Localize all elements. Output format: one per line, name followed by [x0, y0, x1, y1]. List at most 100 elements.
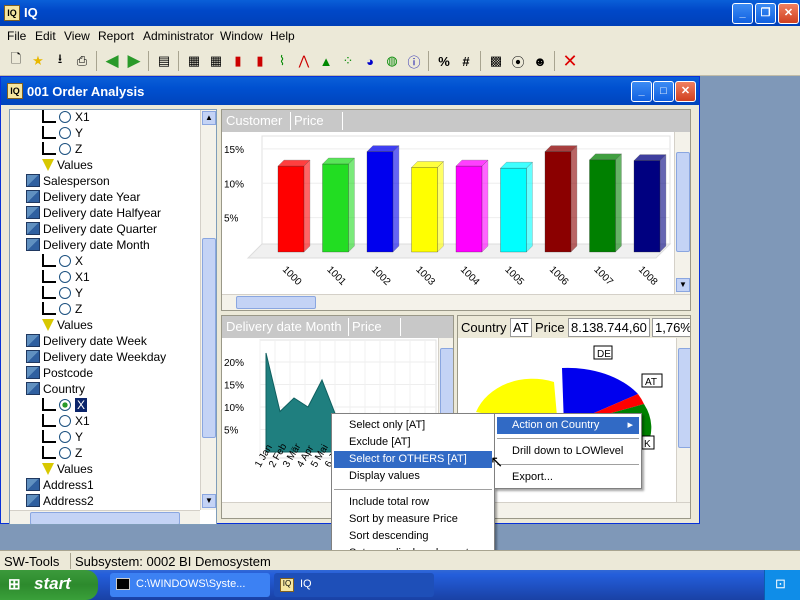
- tree-node[interactable]: Y: [42, 126, 83, 142]
- table-icon[interactable]: ▦: [184, 51, 204, 71]
- cancel-x-icon[interactable]: ✕: [560, 51, 580, 71]
- print-icon[interactable]: ⎙: [72, 51, 92, 71]
- menu-administrator[interactable]: Administrator: [143, 29, 214, 43]
- bar-1000[interactable]: [277, 159, 311, 253]
- tree-node[interactable]: Country: [26, 382, 85, 398]
- maximize-button[interactable]: ❐: [755, 3, 776, 24]
- tree-node[interactable]: Address2: [26, 494, 94, 510]
- bar-1007[interactable]: [589, 153, 622, 253]
- bar-1001[interactable]: [322, 157, 355, 253]
- start-button[interactable]: ⊞ start: [0, 570, 98, 600]
- bar-chart-3d-icon[interactable]: ▮: [250, 51, 270, 71]
- line-chart-icon[interactable]: ⌇: [272, 51, 292, 71]
- pie-label-de: DE: [597, 349, 611, 360]
- tree-node[interactable]: Delivery date Weekday: [26, 350, 166, 366]
- tree-node[interactable]: Postcode: [26, 366, 93, 382]
- task-cmd[interactable]: C:\WINDOWS\Syste...: [110, 573, 270, 597]
- tree-node[interactable]: Values: [42, 158, 93, 174]
- menu-item-action-on-country[interactable]: Action on Country ▸: [497, 417, 639, 434]
- tree-node[interactable]: Delivery date Halfyear: [26, 206, 161, 222]
- menu-edit[interactable]: Edit: [35, 29, 56, 43]
- tree-hscroll[interactable]: [10, 510, 200, 524]
- back-arrow-icon[interactable]: ◀: [102, 51, 122, 71]
- tree-node[interactable]: Values: [42, 462, 93, 478]
- tree-node[interactable]: Y: [42, 430, 83, 446]
- download-icon[interactable]: ⭳: [50, 51, 70, 71]
- panel-icon[interactable]: ▤: [154, 51, 174, 71]
- tree-node[interactable]: Delivery date Month: [26, 238, 150, 254]
- scroll-up-icon[interactable]: ▲: [202, 111, 216, 125]
- tree-node[interactable]: X1: [42, 270, 90, 286]
- child-minimize-button[interactable]: _: [631, 81, 652, 102]
- chart1-hscroll[interactable]: [222, 294, 690, 310]
- menu-help[interactable]: Help: [270, 29, 295, 43]
- tree-node[interactable]: Salesperson: [26, 174, 110, 190]
- tree-node[interactable]: Z: [42, 142, 82, 158]
- bar-1008[interactable]: [633, 154, 667, 253]
- scroll-down-icon[interactable]: ▼: [202, 494, 216, 508]
- menu-item-sort-measure[interactable]: Sort by measure Price: [334, 511, 492, 528]
- tree-hscroll-thumb[interactable]: [30, 512, 180, 524]
- menu-item-select-only[interactable]: Select only [AT]: [334, 417, 492, 434]
- users-icon[interactable]: ☻: [530, 51, 550, 71]
- menu-item-drill-down[interactable]: Drill down to LOWlevel: [497, 443, 639, 460]
- y-tick-label: 15%: [224, 145, 244, 156]
- table-add-icon[interactable]: ▦: [206, 51, 226, 71]
- task-iq[interactable]: IQ IQ: [274, 573, 434, 597]
- child-close-button[interactable]: ✕: [675, 81, 696, 102]
- tree-node[interactable]: Delivery date Quarter: [26, 222, 157, 238]
- menu-item-export[interactable]: Export...: [497, 469, 639, 486]
- hash-icon[interactable]: #: [456, 51, 476, 71]
- area-chart-icon[interactable]: ⋀: [294, 51, 314, 71]
- chart3-vscroll[interactable]: [676, 338, 690, 502]
- color-grid-icon[interactable]: ▩: [486, 51, 506, 71]
- bar-1003[interactable]: [411, 161, 444, 253]
- bar-1005[interactable]: [500, 161, 533, 253]
- globe-icon[interactable]: ◍: [382, 51, 402, 71]
- tree-node[interactable]: X: [42, 398, 88, 414]
- pie-chart-icon[interactable]: ◕: [360, 51, 380, 71]
- tree-node[interactable]: X1: [42, 414, 90, 430]
- menu-item-include-total[interactable]: Include total row: [334, 494, 492, 511]
- chart1-vscroll-thumb[interactable]: [676, 152, 690, 252]
- chart3-vscroll-thumb[interactable]: [678, 348, 690, 448]
- chart1-scroll-down-icon[interactable]: ▼: [676, 278, 690, 292]
- tree-node[interactable]: Y: [42, 286, 83, 302]
- tree-node[interactable]: Z: [42, 446, 82, 462]
- info-icon[interactable]: ⓘ: [404, 51, 424, 71]
- tree-node[interactable]: Delivery date Year: [26, 190, 140, 206]
- menu-report[interactable]: Report: [98, 29, 134, 43]
- percent-icon[interactable]: %: [434, 51, 454, 71]
- tree-node[interactable]: Z: [42, 302, 82, 318]
- menu-item-exclude[interactable]: Exclude [AT]: [334, 434, 492, 451]
- scatter-chart-icon[interactable]: ⁘: [338, 51, 358, 71]
- chart1-hscroll-thumb[interactable]: [236, 296, 316, 309]
- menu-window[interactable]: Window: [220, 29, 263, 43]
- favorite-star-icon[interactable]: ★: [28, 51, 48, 71]
- tree-scroll-thumb[interactable]: [202, 238, 216, 438]
- mountain-chart-icon[interactable]: ▲: [316, 51, 336, 71]
- tree-vscroll[interactable]: ▲ ▼: [200, 110, 216, 510]
- tree-node[interactable]: Values: [42, 318, 93, 334]
- minimize-button[interactable]: _: [732, 3, 753, 24]
- dimension-tree[interactable]: X1 Y Z Values Salesperson Delivery date Year D…: [9, 109, 217, 525]
- bar-1006[interactable]: [544, 145, 578, 253]
- new-icon[interactable]: 🗋: [6, 51, 26, 71]
- close-button[interactable]: ✕: [778, 3, 799, 24]
- tree-node[interactable]: Address1: [26, 478, 94, 494]
- child-maximize-button[interactable]: □: [653, 81, 674, 102]
- tree-node[interactable]: Delivery date Week: [26, 334, 147, 350]
- bar-1002[interactable]: [366, 145, 400, 253]
- bar-1004[interactable]: [455, 159, 489, 253]
- tree-node[interactable]: X: [42, 254, 83, 270]
- bar-chart-icon[interactable]: ▮: [228, 51, 248, 71]
- menu-item-display-values[interactable]: Display values: [334, 468, 492, 485]
- forward-arrow-icon[interactable]: ▶: [124, 51, 144, 71]
- menu-item-sort-descending[interactable]: Sort descending: [334, 528, 492, 545]
- menu-file[interactable]: File: [7, 29, 26, 43]
- chart1-vscroll[interactable]: ▼: [674, 132, 690, 294]
- traffic-light-icon[interactable]: ⦿: [508, 51, 528, 71]
- menu-item-select-others[interactable]: Select for OTHERS [AT]: [334, 451, 492, 468]
- tree-node[interactable]: X1: [42, 110, 90, 126]
- menu-view[interactable]: View: [64, 29, 90, 43]
